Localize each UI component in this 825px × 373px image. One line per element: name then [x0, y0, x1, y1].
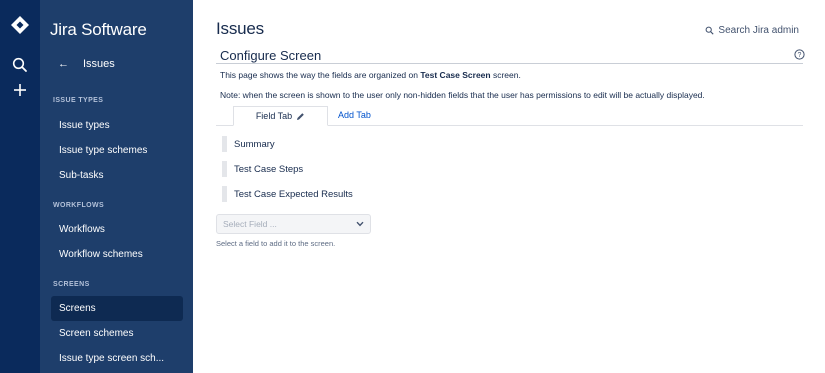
tab-field-tab-label: Field Tab [255, 111, 293, 121]
section-heading-issue-types: ISSUE TYPES [53, 97, 104, 104]
field-label: Test Case Expected Results [234, 188, 353, 200]
global-nav-rail [0, 0, 40, 373]
field-row-summary[interactable]: Summary [222, 136, 275, 152]
search-icon[interactable] [11, 56, 29, 74]
drag-handle-icon[interactable] [222, 136, 227, 152]
pencil-icon[interactable] [296, 112, 305, 121]
search-icon [706, 26, 714, 35]
sidebar-item-sub-tasks[interactable]: Sub-tasks [51, 163, 183, 188]
section-heading-workflows: WORKFLOWS [53, 202, 105, 209]
field-label: Test Case Steps [234, 163, 304, 175]
jira-logo-icon[interactable] [10, 15, 30, 35]
screen-description: This page shows the way the fields are o… [220, 70, 521, 80]
drag-handle-icon[interactable] [222, 186, 227, 202]
project-sidebar: Jira Software ← Issues ISSUE TYPES Issue… [40, 0, 193, 373]
main-content: Issues Search Jira admin Configure Scree… [193, 0, 825, 373]
sidebar-item-screen-schemes[interactable]: Screen schemes [51, 321, 183, 346]
configure-screen-title: Configure Screen [220, 48, 322, 63]
sidebar-item-issue-type-schemes[interactable]: Issue type schemes [51, 138, 183, 163]
field-label: Summary [234, 138, 275, 150]
field-row-test-case-steps[interactable]: Test Case Steps [222, 161, 303, 177]
screen-tabs: Field Tab Add Tab [216, 106, 803, 126]
drag-handle-icon[interactable] [222, 161, 227, 177]
title-divider [216, 63, 803, 64]
sidebar-item-workflows[interactable]: Workflows [51, 217, 183, 242]
sidebar-item-issue-types[interactable]: Issue types [51, 113, 183, 138]
tab-field-tab[interactable]: Field Tab [233, 106, 328, 126]
screen-name: Test Case Screen [420, 70, 491, 80]
svg-text:?: ? [798, 52, 802, 59]
sidebar-item-issue-type-screen-schemes[interactable]: Issue type screen sch... [51, 346, 183, 371]
add-tab-link[interactable]: Add Tab [338, 110, 371, 120]
plus-icon[interactable] [11, 81, 29, 99]
select-field-dropdown[interactable]: Select Field ... [216, 214, 371, 234]
help-icon[interactable]: ? [794, 49, 805, 60]
sidebar-item-screens[interactable]: Screens [51, 296, 183, 321]
select-field-placeholder: Select Field ... [223, 219, 277, 229]
admin-search-label: Search Jira admin [718, 25, 799, 36]
section-heading-screens: SCREENS [53, 281, 90, 288]
arrow-left-icon: ← [58, 58, 69, 70]
description-suffix: screen. [490, 70, 521, 80]
field-row-test-case-expected-results[interactable]: Test Case Expected Results [222, 186, 353, 202]
admin-search-button[interactable]: Search Jira admin [705, 25, 799, 36]
description-prefix: This page shows the way the fields are o… [220, 70, 421, 80]
chevron-down-icon [356, 221, 364, 227]
select-field-hint: Select a field to add it to the screen. [216, 239, 336, 248]
product-title: Jira Software [50, 20, 147, 39]
back-label: Issues [83, 58, 115, 70]
back-to-issues-link[interactable]: ← Issues [58, 58, 115, 70]
permissions-note: Note: when the screen is shown to the us… [220, 90, 705, 100]
sidebar-item-workflow-schemes[interactable]: Workflow schemes [51, 242, 183, 267]
page-title: Issues [216, 19, 264, 38]
